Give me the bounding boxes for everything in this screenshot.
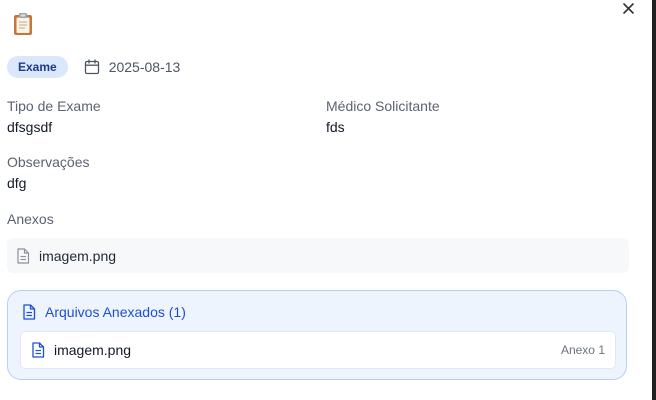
exam-date: 2025-08-13 (84, 59, 181, 75)
clipboard-icon (14, 13, 32, 35)
attachment-name: imagem.png (39, 247, 117, 264)
attachment-item[interactable]: imagem.png (7, 238, 629, 273)
file-icon (32, 342, 45, 358)
attached-files-header: Arquivos Anexados (1) (22, 304, 186, 320)
close-icon (623, 3, 634, 14)
exam-detail-dialog: Exame 2025-08-13 Tipo de Exame dfsgsdf M… (0, 0, 656, 400)
close-button[interactable] (620, 0, 638, 18)
attached-file-tag: Anexo 1 (560, 343, 605, 357)
doctor-value: fds (326, 119, 345, 135)
notes-value: dfg (7, 175, 27, 191)
exam-type-badge: Exame (7, 56, 68, 78)
attached-file-item[interactable]: imagem.png Anexo 1 (20, 331, 616, 369)
attached-files-title: Arquivos Anexados (1) (45, 304, 186, 320)
calendar-icon (84, 59, 99, 75)
attachments-label: Anexos (7, 211, 54, 227)
file-icon (23, 304, 36, 320)
exam-type-value: dfsgsdf (7, 119, 53, 135)
doctor-label: Médico Solicitante (326, 98, 440, 114)
file-icon (17, 247, 30, 264)
meta-row: Exame 2025-08-13 (7, 56, 180, 78)
exam-date-text: 2025-08-13 (108, 59, 181, 75)
exam-type-label: Tipo de Exame (7, 98, 101, 114)
notes-label: Observações (7, 154, 90, 170)
attached-files-panel: Arquivos Anexados (1) imagem.png Anexo 1 (7, 290, 627, 380)
attached-file-name: imagem.png (54, 342, 132, 358)
